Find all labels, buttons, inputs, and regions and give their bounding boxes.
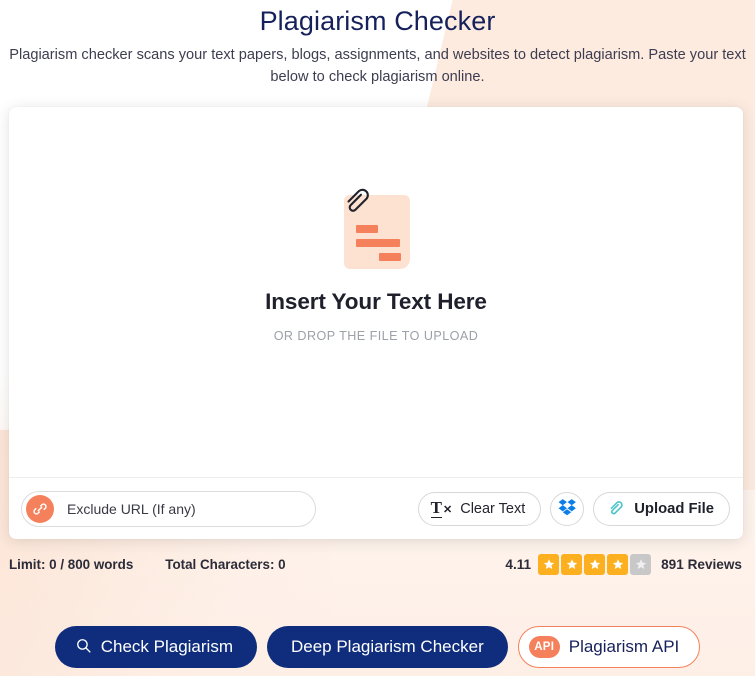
dropzone-subtitle: OR DROP THE FILE TO UPLOAD bbox=[273, 329, 479, 343]
dropbox-icon bbox=[558, 498, 577, 519]
search-icon bbox=[75, 637, 92, 657]
check-plagiarism-button[interactable]: Check Plagiarism bbox=[54, 626, 257, 668]
page-subtitle: Plagiarism checker scans your text paper… bbox=[9, 47, 746, 85]
plagiarism-api-button[interactable]: API Plagiarism API bbox=[517, 626, 701, 668]
deep-plagiarism-checker-button[interactable]: Deep Plagiarism Checker bbox=[266, 626, 508, 668]
star-icon-5 bbox=[630, 553, 652, 575]
editor-card: Insert Your Text Here OR DROP THE FILE T… bbox=[9, 107, 743, 539]
upload-file-label: Upload File bbox=[634, 500, 714, 517]
paperclip-icon bbox=[606, 497, 626, 520]
document-line-3 bbox=[379, 253, 401, 261]
document-line-1 bbox=[356, 225, 378, 233]
page-title: Plagiarism Checker bbox=[259, 6, 496, 36]
link-icon bbox=[26, 494, 54, 523]
text-dropzone[interactable]: Insert Your Text Here OR DROP THE FILE T… bbox=[9, 107, 743, 477]
star-rating bbox=[538, 553, 652, 575]
dropbox-button[interactable] bbox=[550, 491, 585, 526]
document-line-2 bbox=[356, 239, 400, 247]
exclude-url-input[interactable] bbox=[54, 500, 315, 517]
page-header: Plagiarism Checker Plagiarism checker sc… bbox=[0, 0, 755, 88]
star-icon-4 bbox=[607, 553, 629, 575]
clear-text-icon: T ✕ bbox=[430, 498, 453, 518]
rating-block: 4.11 891 Reviews bbox=[505, 553, 742, 575]
document-with-paperclip-icon bbox=[337, 179, 415, 269]
star-icon-3 bbox=[584, 553, 606, 575]
star-icon-1 bbox=[538, 553, 560, 575]
reviews-count: 891 Reviews bbox=[661, 556, 742, 572]
deep-plagiarism-checker-label: Deep Plagiarism Checker bbox=[290, 637, 484, 656]
word-limit-label: Limit: 0 / 800 words bbox=[9, 556, 134, 572]
total-characters-label: Total Characters: 0 bbox=[165, 556, 286, 572]
clear-text-label: Clear Text bbox=[460, 500, 526, 517]
dropzone-title: Insert Your Text Here bbox=[265, 289, 487, 314]
bottom-actions: Check Plagiarism Deep Plagiarism Checker… bbox=[0, 626, 755, 668]
rating-score: 4.11 bbox=[505, 556, 532, 572]
check-plagiarism-label: Check Plagiarism bbox=[100, 637, 233, 656]
toolbar-actions: T ✕ Clear Text Upload File bbox=[417, 491, 730, 526]
editor-toolbar: T✕ Clear Text bbox=[9, 477, 743, 539]
clear-text-button[interactable]: T ✕ Clear Text bbox=[417, 491, 542, 526]
exclude-url-field[interactable] bbox=[21, 490, 316, 527]
star-icon-2 bbox=[561, 553, 583, 575]
paperclip-icon bbox=[347, 188, 369, 212]
stats-row: Limit: 0 / 800 words Total Characters: 0… bbox=[0, 548, 755, 580]
api-badge-icon: API bbox=[528, 636, 560, 658]
plagiarism-api-label: Plagiarism API bbox=[568, 637, 680, 656]
upload-file-button[interactable]: Upload File bbox=[593, 491, 730, 526]
